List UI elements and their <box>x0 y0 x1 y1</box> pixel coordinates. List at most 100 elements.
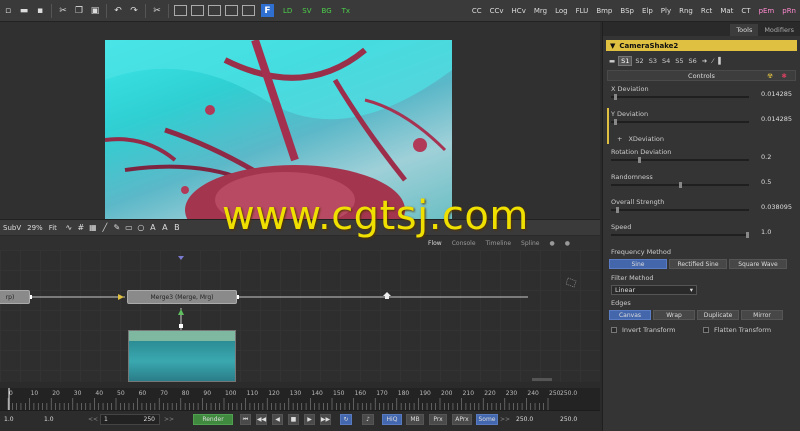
fusion-logo-icon[interactable]: F <box>261 4 274 17</box>
copy-icon[interactable]: ❐ <box>73 5 85 17</box>
prx-button[interactable]: Prx <box>429 414 447 425</box>
grid-icon[interactable]: # <box>76 223 86 233</box>
checker-icon[interactable]: ▦ <box>88 223 98 233</box>
tool-cc[interactable]: CC <box>472 7 482 15</box>
slider-thumb[interactable] <box>614 119 617 125</box>
toolbar-sv-button[interactable]: SV <box>302 7 311 15</box>
tool-bsp[interactable]: BSp <box>620 7 634 15</box>
undo-icon[interactable]: ↶ <box>112 5 124 17</box>
mb-button[interactable]: MB <box>406 414 424 425</box>
cut-icon[interactable]: ✂ <box>57 5 69 17</box>
curve-icon[interactable]: ∿ <box>64 223 74 233</box>
tab-console[interactable]: Console <box>452 240 476 247</box>
flow-node-partial[interactable]: rp) <box>0 290 30 304</box>
rectangle-icon[interactable]: ▭ <box>124 223 134 233</box>
flatten-transform-checkbox[interactable]: Flatten Transform <box>703 326 771 334</box>
control-value[interactable]: 0.014285 <box>761 90 792 98</box>
loop-icon[interactable]: ↻ <box>340 414 352 425</box>
play-reverse-icon[interactable]: ◀ <box>272 414 283 425</box>
node-flow-view[interactable]: rp) Merge3 (Merge, Mrg) <box>0 250 600 382</box>
tool-hcv[interactable]: HCv <box>512 7 526 15</box>
comment-icon[interactable]: ● <box>565 240 570 247</box>
paint-icon[interactable]: ✎ <box>112 223 122 233</box>
tool-bmp[interactable]: Bmp <box>596 7 612 15</box>
step-forward-end-icon[interactable]: >> <box>500 414 510 425</box>
control-slider[interactable] <box>611 119 749 125</box>
tab-flow[interactable]: Flow <box>428 240 442 247</box>
play-icon[interactable]: ▶ <box>304 414 315 425</box>
slider-thumb[interactable] <box>616 207 619 213</box>
layout-full-icon[interactable] <box>242 5 255 16</box>
tool-log[interactable]: Log <box>555 7 568 15</box>
slider-thumb[interactable] <box>614 94 617 100</box>
global-start-field[interactable]: 1.0 <box>4 414 14 425</box>
global-end-field[interactable]: 250.0 <box>560 414 577 425</box>
tool-flu[interactable]: FLU <box>576 7 589 15</box>
toolbar-ld-button[interactable]: LD <box>283 7 292 15</box>
layout-dual-icon[interactable] <box>191 5 204 16</box>
control-slider[interactable] <box>611 207 749 213</box>
tab-spline[interactable]: Spline <box>521 240 539 247</box>
tool-pem[interactable]: pEm <box>759 7 775 15</box>
filter-method-select[interactable]: Linear ▾ <box>611 285 697 295</box>
paste-icon[interactable]: ▣ <box>89 5 101 17</box>
checkbox-box[interactable] <box>611 327 617 333</box>
new-file-icon[interactable]: ▫ <box>2 5 14 17</box>
step-forward-frame-icon[interactable]: ▶▶ <box>320 414 331 425</box>
step-forward-icon[interactable]: >> <box>164 414 174 425</box>
channel-selector[interactable]: SubV <box>3 224 21 232</box>
layout-quad-icon[interactable] <box>208 5 221 16</box>
stop-icon[interactable]: ■ <box>288 414 299 425</box>
render-start-field[interactable]: 1.0 <box>44 414 54 425</box>
render-button[interactable]: Render <box>193 414 233 425</box>
tool-elp[interactable]: Elp <box>642 7 653 15</box>
control-slider[interactable] <box>611 157 749 163</box>
bspline-icon[interactable]: B <box>172 223 182 233</box>
control-value[interactable]: 0.5 <box>761 178 771 186</box>
zoom-selector[interactable]: 29% <box>27 224 43 232</box>
control-value[interactable]: 0.2 <box>761 153 771 161</box>
merge-node[interactable]: Merge3 (Merge, Mrg) <box>127 290 237 304</box>
slider-thumb[interactable] <box>679 182 682 188</box>
redo-icon[interactable]: ↷ <box>128 5 140 17</box>
plus-icon[interactable]: + <box>617 135 622 143</box>
tool-ccv[interactable]: CCv <box>490 7 504 15</box>
toolbar-bg-button[interactable]: BG <box>322 7 332 15</box>
audio-icon[interactable]: ♪ <box>362 414 374 425</box>
hiq-button[interactable]: HiQ <box>382 414 402 425</box>
control-value[interactable]: 1.0 <box>761 228 771 236</box>
frequency-rectified-sine-button[interactable]: Rectified Sine <box>669 259 727 269</box>
some-button[interactable]: Some <box>476 414 498 425</box>
invert-transform-checkbox[interactable]: Invert Transform <box>611 326 676 334</box>
layout-stack-icon[interactable] <box>225 5 238 16</box>
edges-mirror-button[interactable]: Mirror <box>741 310 783 320</box>
tool-rct[interactable]: Rct <box>701 7 712 15</box>
ellipse-icon[interactable]: ○ <box>136 223 146 233</box>
open-folder-icon[interactable]: ▬ <box>18 5 30 17</box>
tool-mrg[interactable]: Mrg <box>534 7 547 15</box>
checkbox-box[interactable] <box>703 327 709 333</box>
layout-single-icon[interactable] <box>174 5 187 16</box>
fit-button[interactable]: Fit <box>49 224 57 232</box>
text-tool-alt-icon[interactable]: A <box>160 223 170 233</box>
control-slider[interactable] <box>611 94 749 100</box>
line-tool-icon[interactable]: ╱ <box>100 223 110 233</box>
step-back-icon[interactable]: << <box>88 414 98 425</box>
edges-canvas-button[interactable]: Canvas <box>609 310 651 320</box>
edges-wrap-button[interactable]: Wrap <box>653 310 695 320</box>
step-back-frame-icon[interactable]: ◀◀ <box>256 414 267 425</box>
xdeviation-link[interactable]: + XDeviation <box>617 135 664 143</box>
node-thumbnail-preview[interactable] <box>128 330 236 382</box>
render-end-field[interactable]: 250.0 <box>516 414 533 425</box>
tab-timeline[interactable]: Timeline <box>486 240 512 247</box>
slider-thumb[interactable] <box>638 157 641 163</box>
aprx-button[interactable]: APrx <box>452 414 472 425</box>
frequency-square-wave-button[interactable]: Square Wave <box>729 259 787 269</box>
tool-rng[interactable]: Rng <box>679 7 693 15</box>
save-icon[interactable]: ▪ <box>34 5 46 17</box>
tool-prn[interactable]: pRn <box>782 7 796 15</box>
text-tool-icon[interactable]: A <box>148 223 158 233</box>
image-viewer[interactable] <box>0 22 600 219</box>
toolbar-tx-button[interactable]: Tx <box>342 7 350 15</box>
tool-ct[interactable]: CT <box>741 7 750 15</box>
